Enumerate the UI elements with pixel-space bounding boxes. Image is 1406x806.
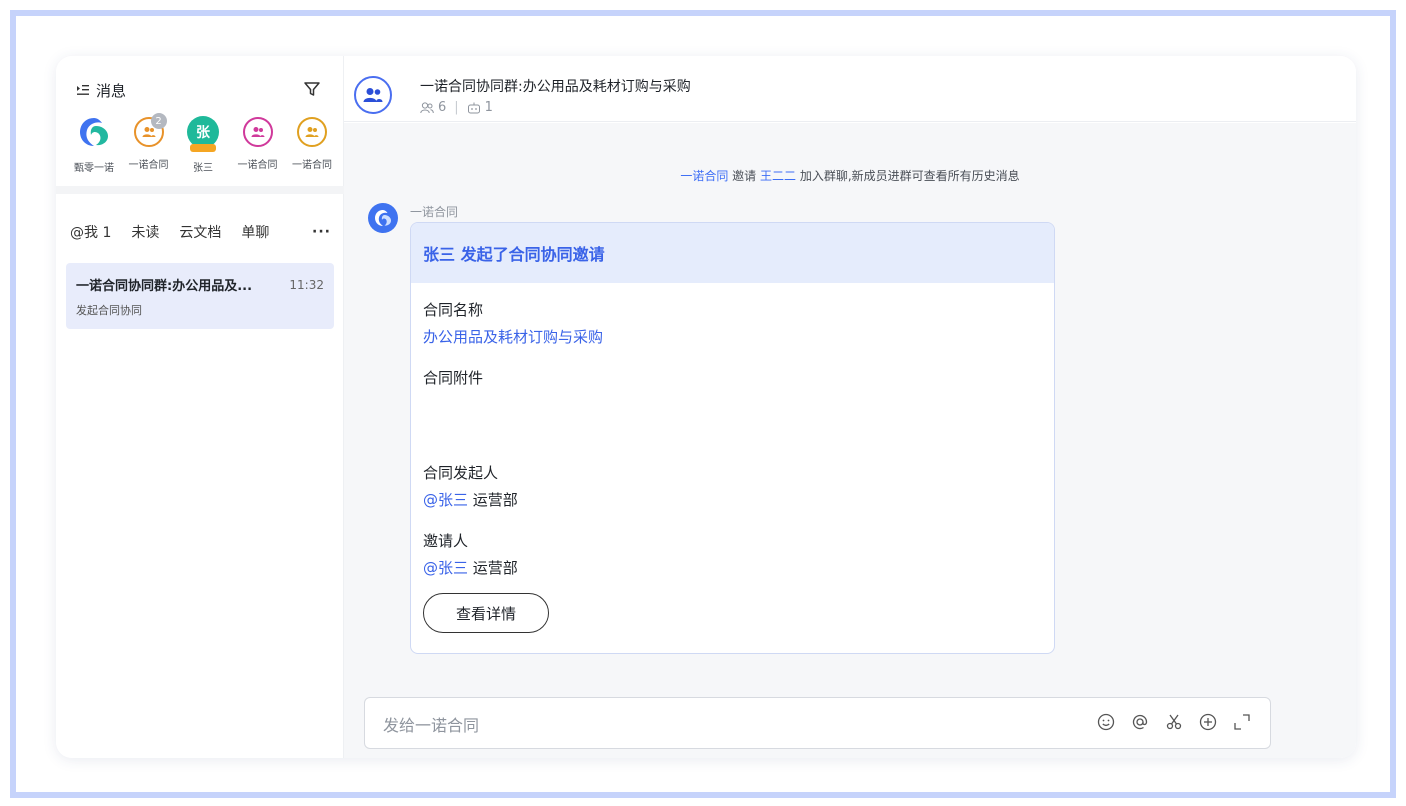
attachment-list: [423, 394, 1042, 454]
recent-contact-label: 一诺合同: [237, 160, 278, 171]
system-rest: 加入群聊,新成员进群可查看所有历史消息: [796, 169, 1020, 183]
group-icon: [305, 127, 319, 137]
card-body: 合同名称 办公用品及耗材订购与采购 合同附件 合同发起人 @张三 运营部 邀请人…: [411, 283, 1054, 594]
sidebar-title: 消息: [96, 81, 127, 100]
tab-unread[interactable]: 未读: [131, 222, 159, 242]
field-attachments: 合同附件: [423, 367, 1042, 454]
filter-icon[interactable]: [303, 80, 321, 98]
conversation-preview: 发起合同协同: [76, 304, 142, 317]
recent-contact-group-2[interactable]: 一诺合同: [232, 114, 284, 174]
sidebar-divider: [56, 186, 344, 194]
user-initial: 张: [196, 125, 210, 141]
collapse-menu-icon[interactable]: [76, 83, 90, 97]
field-label: 邀请人: [423, 532, 469, 550]
unread-badge: 2: [150, 113, 167, 129]
initiator-dept: 运营部: [468, 491, 518, 509]
recent-contact-label: 一诺合同: [128, 160, 169, 171]
app-logo-icon: [76, 114, 112, 150]
conversation-name: 一诺合同协同群:办公用品及...: [76, 279, 253, 294]
group-icon: [142, 127, 155, 137]
message-card: 张三 发起了合同协同邀请 合同名称 办公用品及耗材订购与采购 合同附件 合同发起…: [410, 222, 1055, 654]
field-inviter: 邀请人 @张三 运营部: [423, 530, 1042, 578]
member-count: 6: [438, 100, 447, 115]
group-icon: [363, 88, 383, 102]
recent-contact-user[interactable]: 张 张三: [177, 114, 229, 174]
sender-name: 一诺合同: [410, 205, 459, 219]
filter-tabs: @我 1 未读 云文档 单聊 ···: [70, 222, 331, 242]
more-tabs-icon[interactable]: ···: [312, 224, 331, 240]
group-avatar: [297, 117, 327, 147]
card-header: 张三 发起了合同协同邀请: [411, 223, 1054, 283]
group-avatar[interactable]: [354, 76, 392, 114]
recent-contact-label: 张三: [193, 163, 213, 174]
recent-contact-logo[interactable]: 甄零一诺: [68, 114, 120, 174]
chat-meta: 6 | 1: [420, 100, 493, 115]
contract-name-link[interactable]: 办公用品及耗材订购与采购: [423, 326, 1042, 347]
input-toolbar: [1096, 712, 1252, 732]
inviter-mention[interactable]: @张三: [423, 559, 468, 577]
group-icon: [251, 127, 264, 137]
system-message: 一诺合同 邀请 王二二 加入群聊,新成员进群可查看所有历史消息: [344, 167, 1356, 184]
emoji-icon[interactable]: [1096, 712, 1116, 732]
recent-contact-group-1[interactable]: 2 一诺合同: [123, 113, 175, 174]
chat-header: 一诺合同协同群:办公用品及耗材订购与采购 6 | 1: [344, 56, 1356, 122]
meta-separator: |: [454, 100, 459, 115]
initiator-mention[interactable]: @张三: [423, 491, 468, 509]
members-icon: [420, 101, 434, 113]
bot-count: 1: [484, 100, 493, 115]
group-avatar: 2: [133, 113, 167, 147]
conversation-item[interactable]: 一诺合同协同群:办公用品及... 11:32 发起合同协同: [66, 263, 334, 329]
field-contract-name: 合同名称 办公用品及耗材订购与采购: [423, 299, 1042, 347]
scissors-icon[interactable]: [1164, 712, 1184, 732]
bot-icon: [467, 102, 480, 113]
recent-contact-label: 甄零一诺: [74, 163, 114, 174]
recent-contacts: 甄零一诺 2 一诺合同 张 张三 一诺合同 一诺合同: [68, 113, 338, 174]
field-label: 合同附件: [423, 369, 484, 387]
sidebar-header: 消息: [76, 78, 321, 102]
field-label: 合同发起人: [423, 464, 499, 482]
status-tag: [190, 144, 216, 152]
chat-panel: 一诺合同协同群:办公用品及耗材订购与采购 6 | 1 一诺合同 邀请 王二二 加…: [344, 56, 1356, 758]
group-avatar: [242, 117, 273, 147]
system-verb: 邀请: [728, 169, 760, 183]
message-input[interactable]: 发给一诺合同: [364, 697, 1271, 749]
message-list: 一诺合同 邀请 王二二 加入群聊,新成员进群可查看所有历史消息 一诺合同 张三 …: [344, 123, 1356, 758]
conversation-time: 11:32: [289, 277, 324, 292]
expand-icon[interactable]: [1232, 712, 1252, 732]
field-label: 合同名称: [423, 301, 484, 319]
bot-avatar[interactable]: [368, 203, 398, 233]
view-details-button[interactable]: 查看详情: [423, 593, 549, 633]
invitee-link[interactable]: 王二二: [760, 169, 796, 183]
chat-title: 一诺合同协同群:办公用品及耗材订购与采购: [420, 79, 691, 95]
plus-circle-icon[interactable]: [1198, 712, 1218, 732]
sidebar: 消息 甄零一诺 2 一诺合同 张 张三 一诺合同 一诺合同 @我 1 未读 云文…: [56, 56, 344, 758]
card-title: 张三 发起了合同协同邀请: [423, 245, 605, 264]
app-window: 消息 甄零一诺 2 一诺合同 张 张三 一诺合同 一诺合同 @我 1 未读 云文…: [56, 56, 1356, 758]
tab-cloud-docs[interactable]: 云文档: [179, 222, 221, 242]
at-icon[interactable]: [1130, 712, 1150, 732]
tab-direct-chat[interactable]: 单聊: [241, 222, 269, 242]
recent-contact-group-3[interactable]: 一诺合同: [286, 114, 338, 174]
user-avatar: 张: [185, 114, 221, 152]
input-placeholder: 发给一诺合同: [383, 716, 480, 735]
tab-mentions[interactable]: @我 1: [70, 222, 111, 242]
field-initiator: 合同发起人 @张三 运营部: [423, 462, 1042, 510]
app-logo-icon: [375, 210, 391, 226]
recent-contact-label: 一诺合同: [292, 160, 332, 171]
inviter-dept: 运营部: [468, 559, 518, 577]
inviter-link[interactable]: 一诺合同: [680, 169, 728, 183]
